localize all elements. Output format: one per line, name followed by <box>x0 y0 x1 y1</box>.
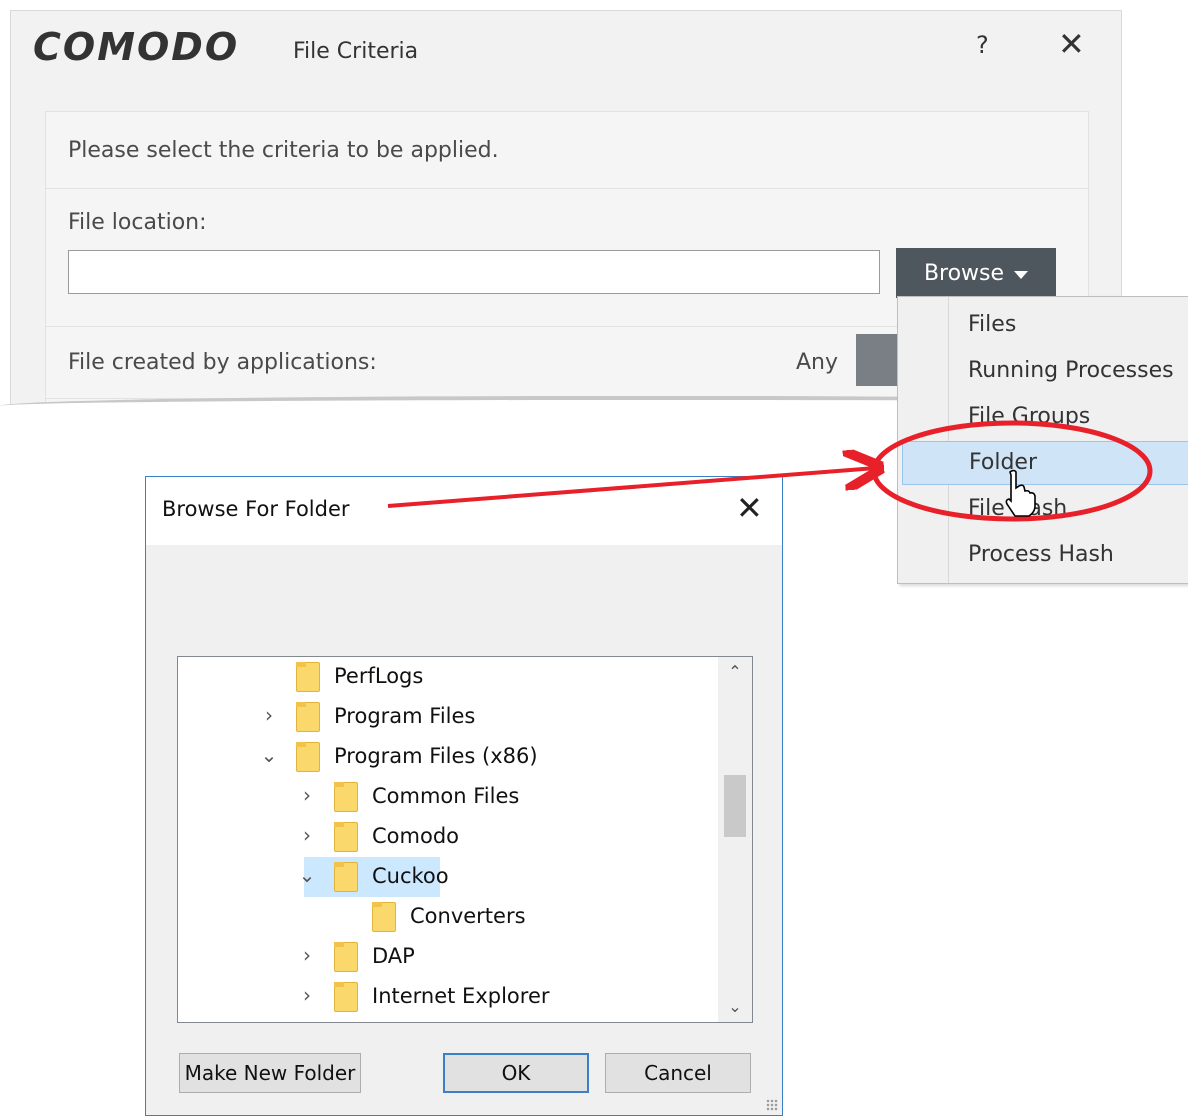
chevron-right-icon[interactable]: › <box>297 943 317 967</box>
resize-grip-icon[interactable] <box>766 1099 778 1111</box>
browse-button[interactable]: Browse <box>896 248 1056 298</box>
cancel-button[interactable]: Cancel <box>605 1053 751 1093</box>
menu-item-files[interactable]: Files <box>902 303 1188 347</box>
menu-item-running-processes[interactable]: Running Processes <box>902 349 1188 393</box>
tree-item[interactable]: › Internet Explorer <box>178 977 718 1017</box>
file-location-label: File location: <box>68 210 207 235</box>
tree-item-label: Program Files <box>334 704 476 728</box>
chevron-right-icon[interactable]: › <box>297 983 317 1007</box>
tree-item[interactable]: Converters <box>178 897 718 937</box>
menu-item-file-hash[interactable]: File Hash <box>902 487 1188 531</box>
tree-item-label: Internet Explorer <box>372 984 550 1008</box>
menu-item-file-groups[interactable]: File Groups <box>902 395 1188 439</box>
menu-item-label: Running Processes <box>968 358 1174 383</box>
created-by-value: Any <box>796 350 839 375</box>
make-new-folder-button[interactable]: Make New Folder <box>179 1053 361 1093</box>
vertical-scrollbar[interactable]: ⌃ ⌄ <box>718 657 752 1022</box>
menu-item-label: File Hash <box>968 496 1068 521</box>
chevron-down-icon[interactable]: ⌄ <box>259 743 279 767</box>
chevron-right-icon[interactable]: › <box>297 823 317 847</box>
browse-for-folder-dialog: Browse For Folder ✕ › Internet Explorer › D… <box>145 476 783 1116</box>
browse-for-folder-title: Browse For Folder <box>162 497 350 521</box>
tree-item[interactable]: › DAP <box>178 937 718 977</box>
tree-item[interactable]: › Comodo <box>178 817 718 857</box>
instruction-text: Please select the criteria to be applied… <box>68 138 499 163</box>
chevron-right-icon[interactable]: › <box>297 783 317 807</box>
folder-icon <box>334 942 358 972</box>
tree-item-label: PerfLogs <box>334 664 424 688</box>
title-bar: Browse For Folder ✕ <box>146 477 782 545</box>
menu-item-folder[interactable]: Folder <box>902 441 1188 485</box>
menu-item-process-hash[interactable]: Process Hash <box>902 533 1188 577</box>
tree-item-label: Converters <box>410 904 526 928</box>
scrollbar-thumb[interactable] <box>724 775 746 837</box>
ok-button[interactable]: OK <box>443 1053 589 1093</box>
comodo-logo: COMODO <box>33 25 240 69</box>
scroll-down-icon[interactable]: ⌄ <box>718 992 752 1022</box>
chevron-right-icon[interactable]: › <box>259 703 279 727</box>
menu-item-label: File Groups <box>968 404 1091 429</box>
chevron-down-icon[interactable]: ⌄ <box>297 863 317 887</box>
close-button[interactable]: ✕ <box>736 489 763 527</box>
browse-menu: Files Running Processes File Groups Fold… <box>897 296 1188 584</box>
created-by-label: File created by applications: <box>68 350 377 375</box>
tree-item[interactable]: › Program Files <box>178 697 718 737</box>
divider <box>46 188 1088 189</box>
tree-item-label: Common Files <box>372 784 520 808</box>
folder-icon <box>334 782 358 812</box>
folder-tree[interactable]: › Internet Explorer › DAP Converters ⌄ Cuckoo ›… <box>177 656 753 1023</box>
folder-icon <box>372 902 396 932</box>
folder-icon <box>296 662 320 692</box>
folder-icon <box>334 862 358 892</box>
browse-button-label: Browse <box>923 260 1005 286</box>
tree-item-label: Comodo <box>372 824 459 848</box>
tree-item-label: DAP <box>372 944 415 968</box>
close-button[interactable]: ✕ <box>1058 25 1085 63</box>
tree-item[interactable]: ⌄ Program Files (x86) <box>178 737 718 777</box>
tree-item[interactable]: PerfLogs <box>178 657 718 697</box>
dialog-title: File Criteria <box>293 39 419 64</box>
caret-down-icon <box>1014 270 1029 279</box>
menu-item-label: Process Hash <box>968 542 1114 567</box>
tree-item-label: Cuckoo <box>372 864 449 888</box>
folder-icon <box>296 742 320 772</box>
folder-icon <box>334 822 358 852</box>
folder-icon <box>296 702 320 732</box>
tree-item-label: Program Files (x86) <box>334 744 538 768</box>
help-button[interactable]: ? <box>976 31 989 59</box>
menu-item-label: Files <box>968 312 1017 337</box>
file-location-input[interactable] <box>68 250 880 294</box>
folder-icon <box>334 982 358 1012</box>
scroll-up-icon[interactable]: ⌃ <box>718 657 752 687</box>
tree-item[interactable]: › Common Files <box>178 777 718 817</box>
menu-item-label: Folder <box>969 450 1037 475</box>
tree-item[interactable]: ⌄ Cuckoo <box>178 857 718 897</box>
